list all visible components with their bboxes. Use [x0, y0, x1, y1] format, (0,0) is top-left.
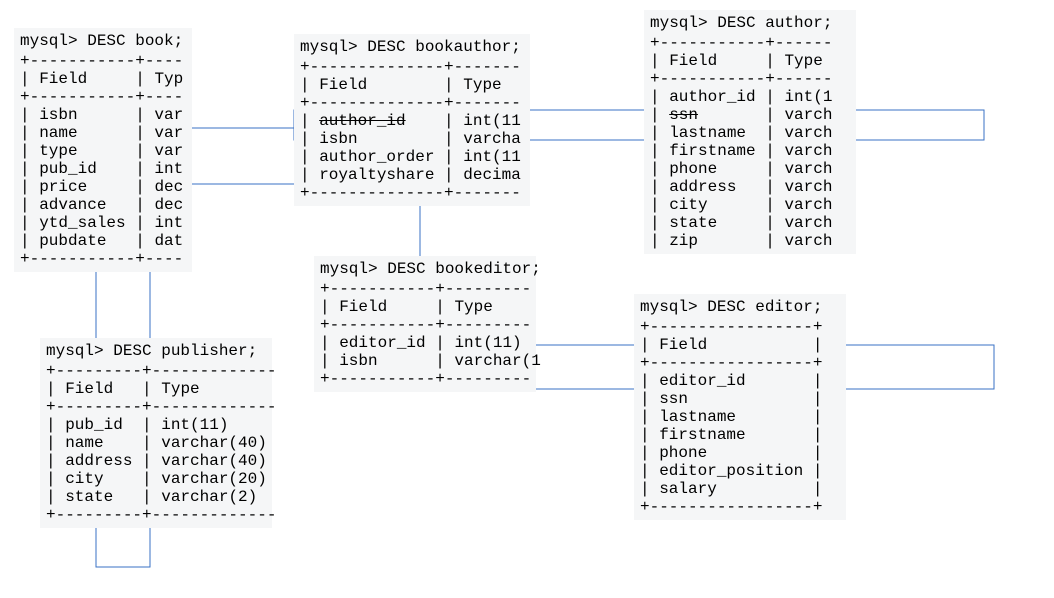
- table-row: | type | var: [20, 142, 186, 160]
- table-row: | address | varchar(40): [46, 452, 266, 470]
- table-row: | name | var: [20, 124, 186, 142]
- table-row: | salary |: [640, 480, 840, 498]
- desc-editor-box: mysql> DESC editor; +-----------------+ …: [634, 294, 846, 520]
- sep: +--------------+-------: [300, 94, 524, 112]
- desc-book-box: mysql> DESC book; +-----------+---- | Fi…: [14, 28, 192, 272]
- table-row: | ytd_sales | int: [20, 214, 186, 232]
- header-row: | Field |: [640, 336, 840, 354]
- sep: +-----------------+: [640, 318, 840, 336]
- header-row: | Field | Type: [650, 52, 850, 70]
- table-row: | author_id | int(1: [650, 88, 850, 106]
- desc-bookeditor-box: mysql> DESC bookeditor; +-----------+---…: [314, 256, 536, 392]
- header-row: | Field | Type: [300, 76, 524, 94]
- table-row: | lastname |: [640, 408, 840, 426]
- table-row: | ssn |: [640, 390, 840, 408]
- desc-bookauthor-box: mysql> DESC bookauthor; +--------------+…: [294, 34, 530, 206]
- sep: +---------+-------------: [46, 506, 266, 524]
- table-row: | phone |: [640, 444, 840, 462]
- header-row: | Field | Typ: [20, 70, 186, 88]
- table-row: | editor_id | int(11): [320, 334, 530, 352]
- table-row: | name | varchar(40): [46, 434, 266, 452]
- sep: +-----------+----: [20, 52, 186, 70]
- sep: +-----------+---------: [320, 280, 530, 298]
- table-row: | city | varchar(20): [46, 470, 266, 488]
- table-row: | editor_id |: [640, 372, 840, 390]
- table-row: | address | varch: [650, 178, 850, 196]
- sep: +--------------+-------: [300, 184, 524, 202]
- table-row: | ssn | varch: [650, 106, 850, 124]
- table-row: | city | varch: [650, 196, 850, 214]
- table-row: | isbn | varcha: [300, 130, 524, 148]
- header-row: | Field | Type: [46, 380, 266, 398]
- sep: +-----------+---------: [320, 370, 530, 388]
- sep: +-----------+------: [650, 70, 850, 88]
- table-row: | phone | varch: [650, 160, 850, 178]
- table-row: | firstname | varch: [650, 142, 850, 160]
- desc-book-prompt: mysql> DESC book;: [20, 32, 186, 50]
- desc-bookeditor-prompt: mysql> DESC bookeditor;: [320, 260, 530, 278]
- table-row: | editor_position |: [640, 462, 840, 480]
- sep: +--------------+-------: [300, 58, 524, 76]
- table-row: | price | dec: [20, 178, 186, 196]
- table-row: | royaltyshare | decima: [300, 166, 524, 184]
- desc-author-prompt: mysql> DESC author;: [650, 14, 850, 32]
- sep: +---------+-------------: [46, 362, 266, 380]
- sep: +-----------------+: [640, 354, 840, 372]
- sep: +---------+-------------: [46, 398, 266, 416]
- sep: +-----------------+: [640, 498, 840, 516]
- table-row: | author_id | int(11: [300, 112, 524, 130]
- table-row: | zip | varch: [650, 232, 850, 250]
- sep: +-----------+---------: [320, 316, 530, 334]
- table-row: | pub_id | int(11): [46, 416, 266, 434]
- sep: +-----------+----: [20, 250, 186, 268]
- sep: +-----------+----: [20, 88, 186, 106]
- table-row: | state | varchar(2): [46, 488, 266, 506]
- table-row: | advance | dec: [20, 196, 186, 214]
- table-row: | pub_id | int: [20, 160, 186, 178]
- table-row: | state | varch: [650, 214, 850, 232]
- desc-editor-prompt: mysql> DESC editor;: [640, 298, 840, 316]
- table-row: | isbn | var: [20, 106, 186, 124]
- table-row: | lastname | varch: [650, 124, 850, 142]
- desc-bookauthor-prompt: mysql> DESC bookauthor;: [300, 38, 524, 56]
- sep: +-----------+------: [650, 34, 850, 52]
- header-row: | Field | Type: [320, 298, 530, 316]
- table-row: | firstname |: [640, 426, 840, 444]
- table-row: | isbn | varchar(1: [320, 352, 530, 370]
- table-row: | author_order | int(11: [300, 148, 524, 166]
- desc-publisher-box: mysql> DESC publisher; +---------+------…: [40, 338, 272, 528]
- desc-publisher-prompt: mysql> DESC publisher;: [46, 342, 266, 360]
- desc-author-box: mysql> DESC author; +-----------+------ …: [644, 10, 856, 254]
- table-row: | pubdate | dat: [20, 232, 186, 250]
